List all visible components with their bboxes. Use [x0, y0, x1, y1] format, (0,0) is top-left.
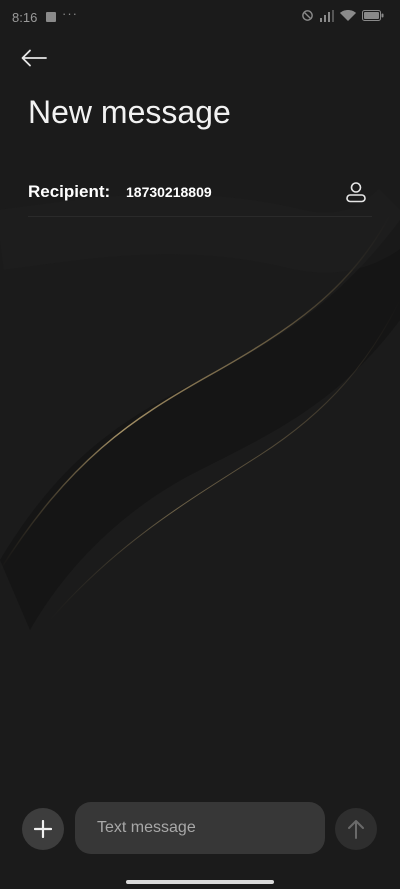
attach-button[interactable] — [22, 808, 64, 850]
wallpaper-background — [0, 0, 400, 889]
home-indicator[interactable] — [126, 880, 274, 884]
status-icons — [301, 9, 384, 22]
alarm-icon — [302, 10, 313, 21]
recipient-label: Recipient: — [28, 182, 111, 201]
arrow-left-icon — [21, 49, 47, 67]
recipient-value[interactable]: 18730218809 — [126, 184, 212, 200]
notification-square-icon — [46, 12, 56, 22]
message-input-wrapper — [75, 802, 325, 854]
recipient-row[interactable]: Recipient: 18730218809 — [28, 172, 372, 217]
status-time: 8:16 — [12, 10, 38, 25]
signal-icon — [320, 9, 334, 22]
status-bar: 8:16 ··· — [0, 0, 400, 36]
back-button[interactable] — [18, 42, 50, 74]
send-button[interactable] — [335, 808, 377, 850]
arrow-up-icon — [348, 820, 364, 839]
wifi-icon — [340, 9, 356, 21]
battery-icon — [362, 10, 384, 21]
notification-dots: ··· — [62, 6, 78, 21]
message-input[interactable] — [75, 802, 325, 854]
compose-bar — [0, 800, 400, 858]
page-title: New message — [28, 94, 231, 130]
person-icon — [346, 182, 366, 203]
contact-picker-button[interactable] — [342, 178, 370, 206]
plus-icon — [34, 820, 52, 838]
